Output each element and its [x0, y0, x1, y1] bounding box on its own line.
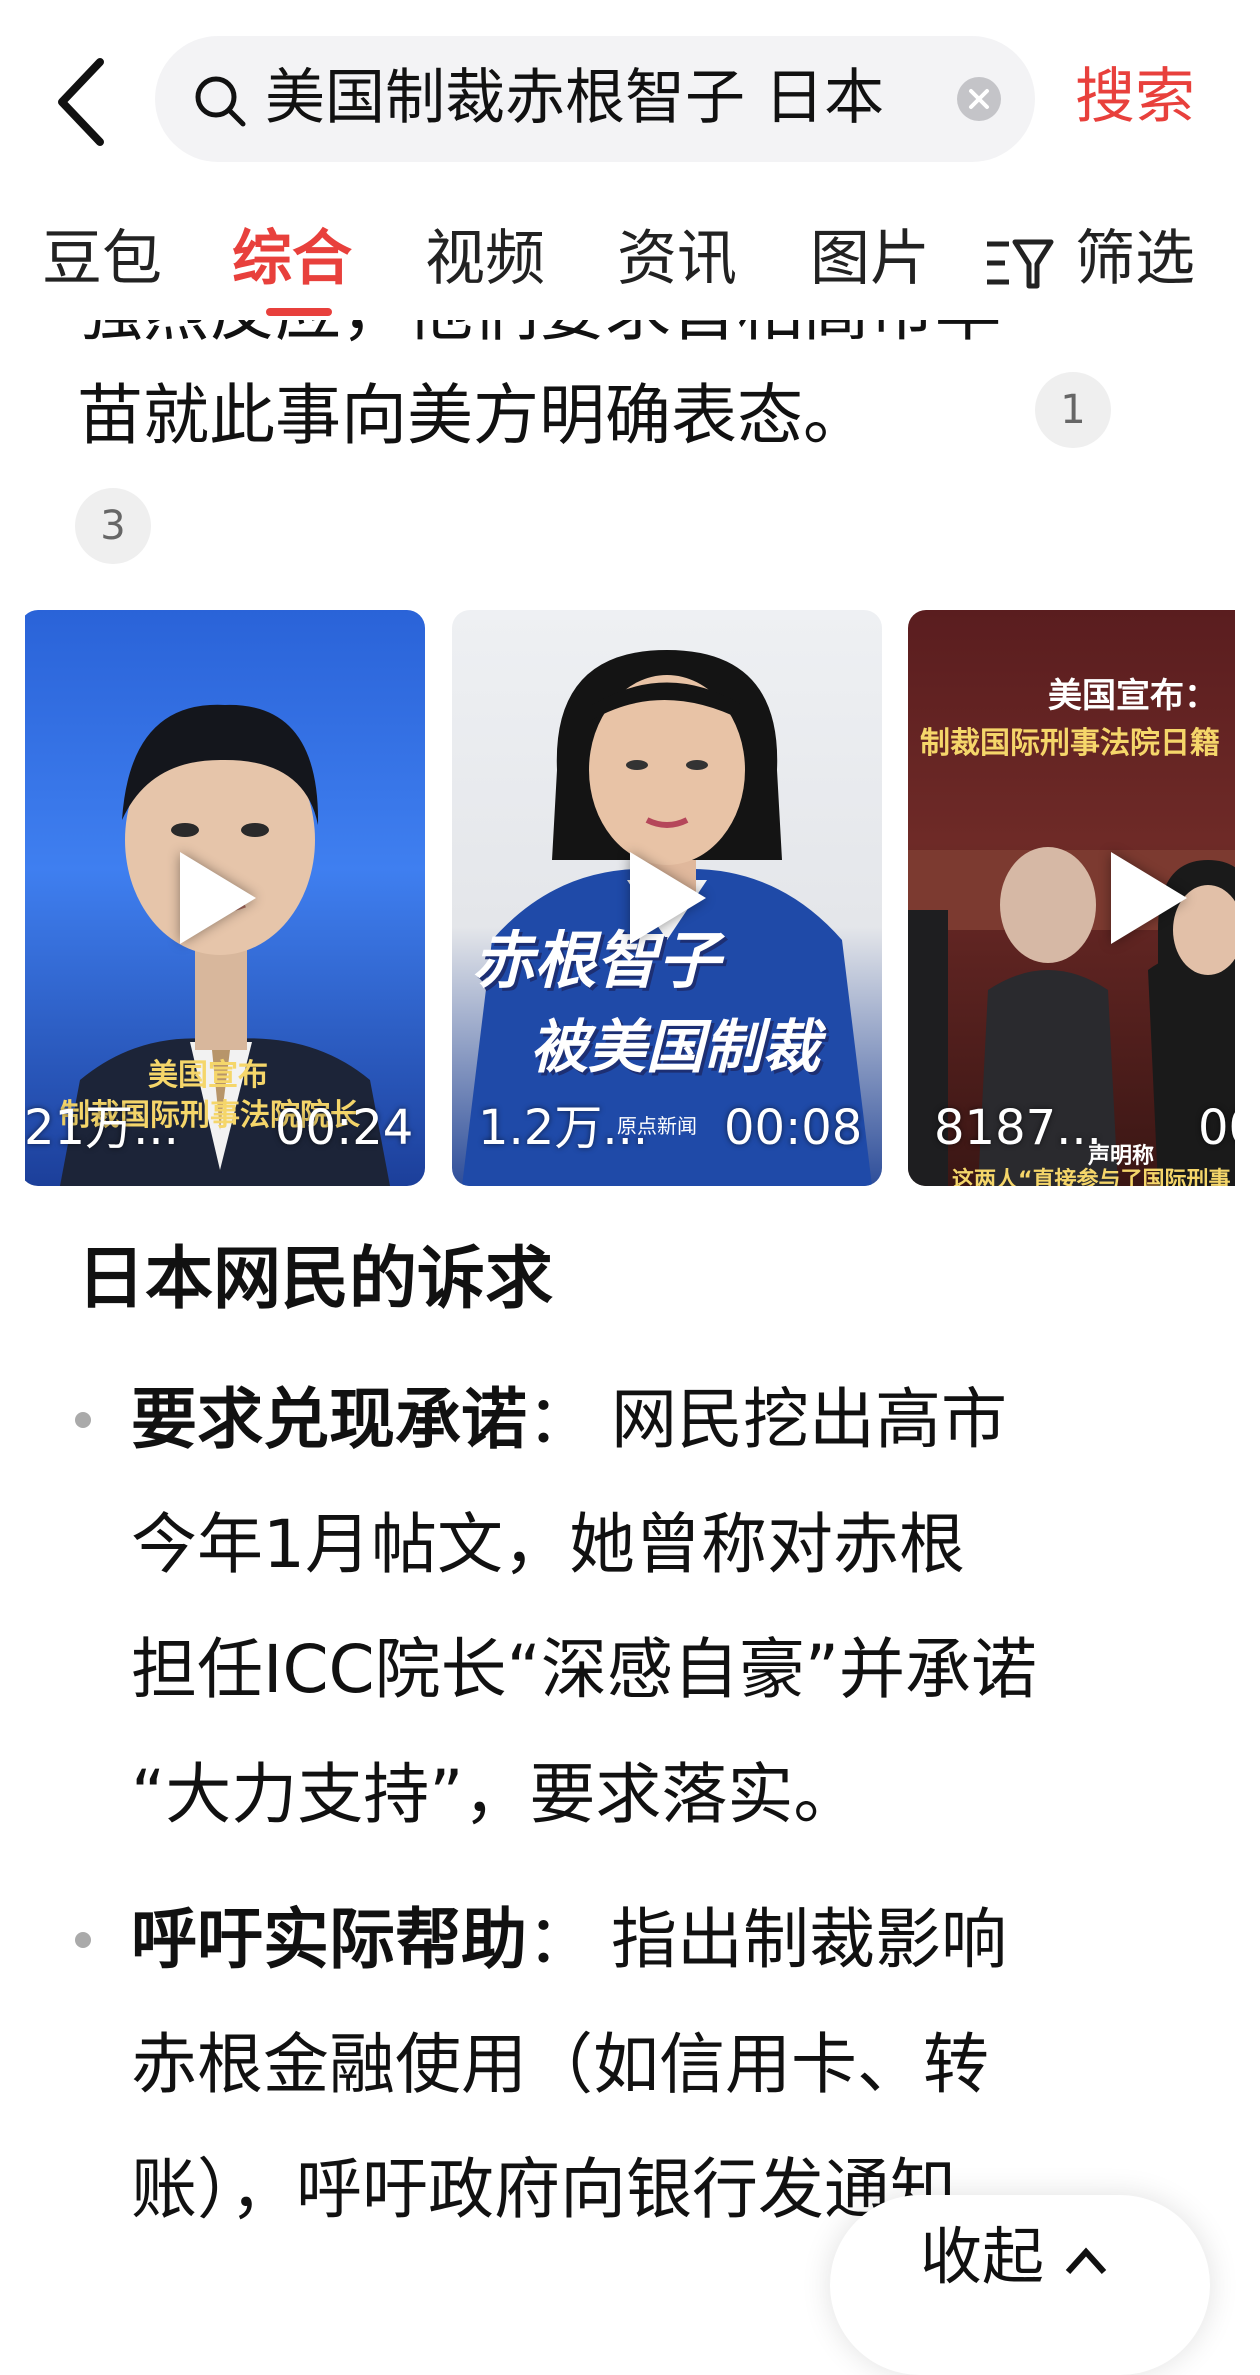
bullet-title: 呼吁实际帮助: [131, 1901, 527, 1978]
tab-news[interactable]: 资讯: [617, 214, 737, 304]
video-card[interactable]: 美国宣布 制裁国际刑事法院院长 21万... 00:24: [25, 610, 425, 1186]
video-view-count: 1.2万...: [478, 1100, 649, 1156]
bullet-dot: [75, 1932, 91, 1948]
bullet-line: 呼吁实际帮助： 指出制裁影响: [131, 1890, 1007, 1990]
search-result-content: 强烈反应，他们要求首相高市早 苗就此事向美方明确表态。 1 3 美国宣布 制裁国…: [25, 320, 1235, 2287]
back-arrow-icon: [58, 58, 104, 146]
section-title: 日本网民的诉求: [77, 1240, 554, 1319]
chevron-up-icon: [1065, 2247, 1106, 2274]
filter-icon[interactable]: [985, 234, 1055, 292]
search-query: 美国制裁赤根智子 日本: [265, 63, 885, 133]
bullet-line: 今年1月帖文，她曾称对赤根: [131, 1506, 965, 1583]
bullet-line: 赤根金融使用（如信用卡、转: [131, 2026, 989, 2103]
bullet-separator: ：: [527, 1901, 593, 1978]
tab-filter[interactable]: 筛选: [1075, 214, 1195, 304]
tab-bar: 豆包 综合 视频 资讯 图片 筛选: [0, 200, 1260, 320]
video-card[interactable]: 赤根智子 被美国制裁 原点新闻 1.2万... 00:08: [452, 610, 882, 1186]
top-bar: 美国制裁赤根智子 日本 搜索: [0, 0, 1260, 200]
active-tab-indicator: [266, 308, 332, 316]
video-caption: 这两人“直接参与了国际刑事: [952, 1168, 1231, 1186]
paragraph-line: 苗就此事向美方明确表态。: [77, 377, 869, 454]
search-icon: [195, 76, 246, 127]
play-icon[interactable]: [180, 852, 256, 944]
video-carousel[interactable]: 美国宣布 制裁国际刑事法院院长 21万... 00:24 赤根智子 被美国制裁 …: [25, 610, 1235, 1186]
bullet-line: 要求兑现承诺： 网民挖出高市: [131, 1370, 1007, 1470]
video-duration: 00:: [1198, 1100, 1235, 1156]
bullet-separator: ：: [527, 1381, 593, 1458]
bullet-line: “大力支持”，要求落实。: [131, 1756, 860, 1833]
tab-video[interactable]: 视频: [425, 214, 545, 304]
tab-images[interactable]: 图片: [810, 214, 930, 304]
collapse-label: 收起: [920, 2217, 1108, 2297]
video-view-count: 21万...: [25, 1100, 179, 1156]
bullet-title: 要求兑现承诺: [131, 1381, 527, 1458]
search-button[interactable]: 搜索: [1075, 52, 1195, 142]
tab-doubao[interactable]: 豆包: [42, 214, 162, 304]
play-icon[interactable]: [1111, 852, 1187, 944]
bullet-text: 网民挖出高市: [611, 1381, 1007, 1458]
video-view-count: 8187...: [934, 1100, 1102, 1156]
bullet-dot: [75, 1412, 91, 1428]
bullet-line: 担任ICC院长“深感自豪”并承诺: [131, 1631, 1038, 1708]
bullet-text: 指出制裁影响: [611, 1901, 1007, 1978]
collapse-button[interactable]: 收起: [830, 2195, 1210, 2375]
play-icon[interactable]: [630, 852, 706, 944]
video-duration: 00:24: [275, 1100, 414, 1156]
bullet-line: 账），呼吁政府向银行发通知: [131, 2151, 956, 2228]
video-overlay-subtitle: 被美国制裁: [530, 1013, 821, 1081]
back-button[interactable]: [52, 52, 112, 152]
reference-badge[interactable]: 1: [1035, 372, 1111, 448]
video-card[interactable]: 美国宣布： 制裁国际刑事法院日籍 声明称 这两人“直接参与了国际刑事 8187.…: [908, 610, 1235, 1186]
clear-icon: [969, 89, 989, 109]
paragraph-cut-line: 强烈反应，他们要求首相高市早: [77, 320, 1001, 362]
search-input[interactable]: 美国制裁赤根智子 日本: [155, 36, 1035, 162]
tab-all[interactable]: 综合: [232, 214, 352, 304]
video-header: 制裁国际刑事法院日籍: [920, 726, 1220, 761]
video-caption: 美国宣布: [148, 1058, 268, 1093]
video-duration: 00:08: [724, 1100, 863, 1156]
clear-button[interactable]: [957, 77, 1001, 121]
reference-badge[interactable]: 3: [75, 488, 151, 564]
video-header: 美国宣布：: [1048, 676, 1218, 716]
